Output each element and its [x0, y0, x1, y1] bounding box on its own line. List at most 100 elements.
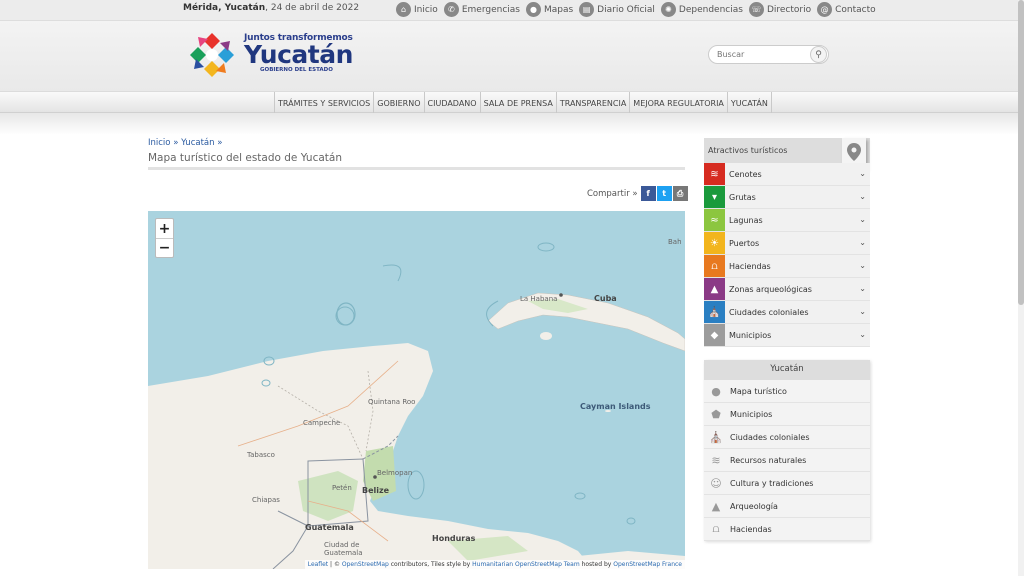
home-icon: ⌂	[396, 2, 411, 17]
attraction-ciudades-coloniales[interactable]: ⛪ Ciudades coloniales ⌄	[704, 301, 870, 324]
pyramid-icon: ▲	[711, 499, 721, 513]
attraction-haciendas[interactable]: ⩍ Haciendas ⌄	[704, 255, 870, 278]
menu-ciudades-coloniales[interactable]: ⛪ Ciudades coloniales	[704, 426, 870, 449]
attribution-osm-link[interactable]: OpenStreetMap	[342, 561, 389, 568]
share-label: Compartir »	[587, 188, 638, 199]
map-label-belmopan: Belmopan	[377, 469, 413, 477]
main-navigation: TRÁMITES Y SERVICIOS GOBIERNO CIUDADANO …	[0, 91, 1018, 114]
share-bar: Compartir » f t ⎙	[587, 186, 688, 201]
attribution-hot-link[interactable]: Humanitarian OpenStreetMap Team	[472, 561, 580, 568]
nav-gobierno[interactable]: GOBIERNO	[374, 92, 425, 114]
zoom-in-button[interactable]: +	[156, 219, 173, 238]
hacienda-icon: ⩍	[712, 522, 720, 535]
building-icon: ✺	[660, 2, 676, 17]
zoom-out-button[interactable]: −	[156, 238, 173, 257]
top-link-emergencias[interactable]: ✆ Emergencias	[443, 2, 520, 17]
nav-tramites[interactable]: TRÁMITES Y SERVICIOS	[275, 92, 375, 114]
map-label-la-habana: La Habana	[520, 295, 558, 303]
chevron-down-icon: ⌄	[859, 169, 866, 178]
search-input[interactable]	[717, 50, 807, 59]
menu-cultura-y-tradiciones[interactable]: ☺ Cultura y tradiciones	[704, 472, 870, 495]
top-link-diario-oficial[interactable]: ▤ Diario Oficial	[579, 2, 655, 17]
facebook-icon[interactable]: f	[640, 186, 656, 201]
map-pin-icon: ●	[711, 384, 721, 398]
chevron-down-icon: ⌄	[859, 238, 866, 247]
nav-yucatan[interactable]: YUCATÁN	[728, 92, 772, 114]
map-label-honduras: Honduras	[432, 534, 476, 543]
pyramid-icon: ▲	[704, 278, 725, 300]
top-link-mapas[interactable]: ● Mapas	[525, 2, 573, 17]
menu-mapa-turistico[interactable]: ● Mapa turístico	[704, 380, 870, 403]
scrollbar-thumb[interactable]	[1018, 0, 1024, 305]
cave-icon: ▾	[704, 186, 725, 208]
search-box: ⚲	[708, 45, 829, 64]
yucatan-logo-icon[interactable]	[186, 29, 238, 81]
chevron-down-icon: ⌄	[859, 284, 866, 293]
cenote-icon: ≋	[704, 163, 725, 185]
map-label-campeche: Campeche	[303, 419, 341, 427]
chevron-down-icon: ⌄	[859, 261, 866, 270]
menu-haciendas[interactable]: ⩍ Haciendas	[704, 518, 870, 541]
current-date: Mérida, Yucatán, 24 de abril de 2022	[183, 3, 360, 13]
map-label-tabasco: Tabasco	[247, 451, 275, 459]
hacienda-icon: ⩍	[704, 255, 725, 277]
attraction-grutas[interactable]: ▾ Grutas ⌄	[704, 186, 870, 209]
attraction-cenotes[interactable]: ≋ Cenotes ⌄	[704, 163, 870, 186]
newspaper-icon: ▤	[579, 2, 595, 17]
menu-municipios[interactable]: ⬟ Municipios	[704, 403, 870, 426]
attribution-leaflet-link[interactable]: Leaflet	[308, 561, 328, 568]
map-label-guatemala: Guatemala	[305, 523, 354, 532]
attraction-municipios[interactable]: ◆ Municipios ⌄	[704, 324, 870, 347]
attractions-header: Atractivos turísticos	[704, 138, 870, 170]
attraction-zonas-arqueologicas[interactable]: ▲ Zonas arqueológicas ⌄	[704, 278, 870, 301]
shield-icon: ⬟	[711, 407, 721, 421]
yucatan-menu-header: Yucatán	[704, 360, 870, 380]
attractions-panel: Atractivos turísticos ≋ Cenotes ⌄ ▾ Grut…	[704, 138, 870, 347]
state-map-icon: ◆	[704, 324, 725, 346]
menu-recursos-naturales[interactable]: ≋ Recursos naturales	[704, 449, 870, 472]
title-divider	[148, 167, 685, 170]
map-label-bahamas: Bah	[668, 238, 682, 246]
colonial-church-icon: ⛪	[704, 301, 725, 323]
dancers-icon: ☺	[710, 476, 722, 490]
map-label-cayman-islands: Cayman Islands	[580, 402, 651, 411]
top-link-directorio[interactable]: ☏ Directorio	[748, 2, 811, 17]
logo-wordmark[interactable]: Juntos transformemos Yucatán GOBIERNO DE…	[244, 33, 353, 73]
chevron-down-icon: ⌄	[859, 215, 866, 224]
nav-transparencia[interactable]: TRANSPARENCIA	[557, 92, 631, 114]
nav-sala-de-prensa[interactable]: SALA DE PRENSA	[481, 92, 557, 114]
menu-arqueologia[interactable]: ▲ Arqueología	[704, 495, 870, 518]
top-link-inicio[interactable]: ⌂ Inicio	[396, 2, 438, 17]
top-utility-bar: Mérida, Yucatán, 24 de abril de 2022 ⌂ In…	[0, 0, 1018, 21]
chevron-down-icon: ⌄	[859, 330, 866, 339]
water-waves-icon: ≋	[711, 453, 721, 467]
attraction-lagunas[interactable]: ≈ Lagunas ⌄	[704, 209, 870, 232]
lagoon-icon: ≈	[704, 209, 725, 231]
nav-mejora-regulatoria[interactable]: MEJORA REGULATORIA	[630, 92, 728, 114]
attribution-osmfr-link[interactable]: OpenStreetMap France	[613, 561, 682, 568]
header-shadow	[0, 113, 1018, 135]
breadcrumb[interactable]: Inicio » Yucatán »	[148, 138, 222, 148]
top-link-contacto[interactable]: @ Contacto	[817, 2, 876, 17]
map-label-quintana-roo: Quintana Roo	[368, 398, 416, 406]
map-label-peten: Petén	[332, 484, 352, 492]
map-tiles	[148, 242, 685, 569]
search-icon[interactable]: ⚲	[810, 46, 827, 63]
nav-ciudadano[interactable]: CIUDADANO	[425, 92, 481, 114]
map-attribution: Leaflet | © OpenStreetMap contributors, …	[304, 560, 685, 569]
map-label-belize: Belize	[362, 486, 390, 495]
page-scrollbar[interactable]	[1018, 0, 1024, 576]
yucatan-menu: Yucatán ● Mapa turístico ⬟ Municipios ⛪ …	[704, 360, 870, 541]
site-header: Juntos transformemos Yucatán GOBIERNO DE…	[0, 21, 1018, 91]
map-label-chiapas: Chiapas	[252, 496, 280, 504]
twitter-icon[interactable]: t	[656, 186, 672, 201]
colonial-church-icon: ⛪	[709, 430, 723, 444]
top-link-dependencias[interactable]: ✺ Dependencias	[660, 2, 743, 17]
top-links: ⌂ Inicio ✆ Emergencias ● Mapas ▤ Diario Ofic…	[396, 2, 876, 17]
map-pin-icon: ●	[525, 2, 541, 17]
print-icon[interactable]: ⎙	[672, 186, 688, 201]
attraction-puertos[interactable]: ☀ Puertos ⌄	[704, 232, 870, 255]
chevron-down-icon: ⌄	[859, 307, 866, 316]
contact-book-icon: ☏	[748, 2, 764, 17]
tourist-map[interactable]: Bah La Habana Cuba Cayman Islands Quinta…	[148, 211, 685, 569]
